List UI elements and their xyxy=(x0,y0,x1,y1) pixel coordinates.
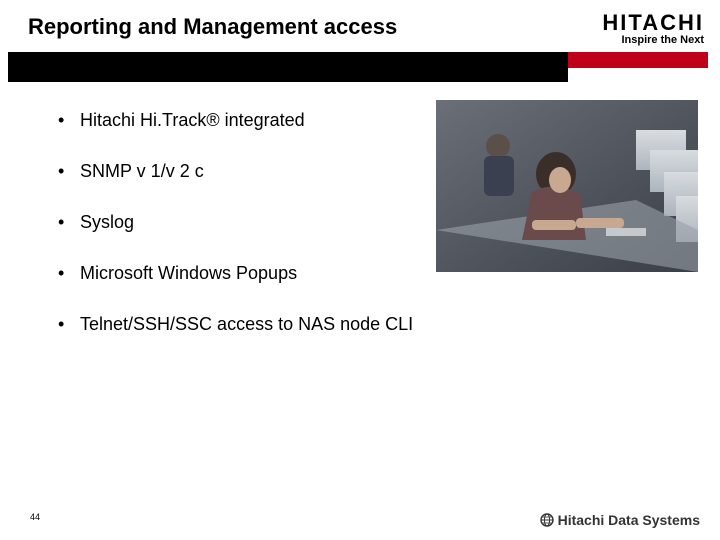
header-red-tab xyxy=(568,52,708,68)
brand-name: HITACHI xyxy=(602,10,704,36)
brand-logo: HITACHI Inspire the Next xyxy=(602,10,704,46)
globe-icon xyxy=(540,513,554,527)
list-item: Hitachi Hi.Track® integrated xyxy=(54,110,700,131)
list-item: Microsoft Windows Popups xyxy=(54,263,700,284)
list-item: SNMP v 1/v 2 c xyxy=(54,161,700,182)
bullet-list: Hitachi Hi.Track® integrated SNMP v 1/v … xyxy=(54,110,700,335)
slide-header: Reporting and Management access HITACHI … xyxy=(0,0,720,82)
list-item: Syslog xyxy=(54,212,700,233)
footer-brand: Hitachi Data Systems xyxy=(540,512,700,528)
slide-title: Reporting and Management access xyxy=(28,14,397,40)
slide-content: Hitachi Hi.Track® integrated SNMP v 1/v … xyxy=(54,110,700,365)
header-black-bar xyxy=(8,52,568,82)
slide-number: 44 xyxy=(30,512,40,522)
list-item: Telnet/SSH/SSC access to NAS node CLI xyxy=(54,314,700,335)
footer-brand-text: Hitachi Data Systems xyxy=(558,512,700,528)
